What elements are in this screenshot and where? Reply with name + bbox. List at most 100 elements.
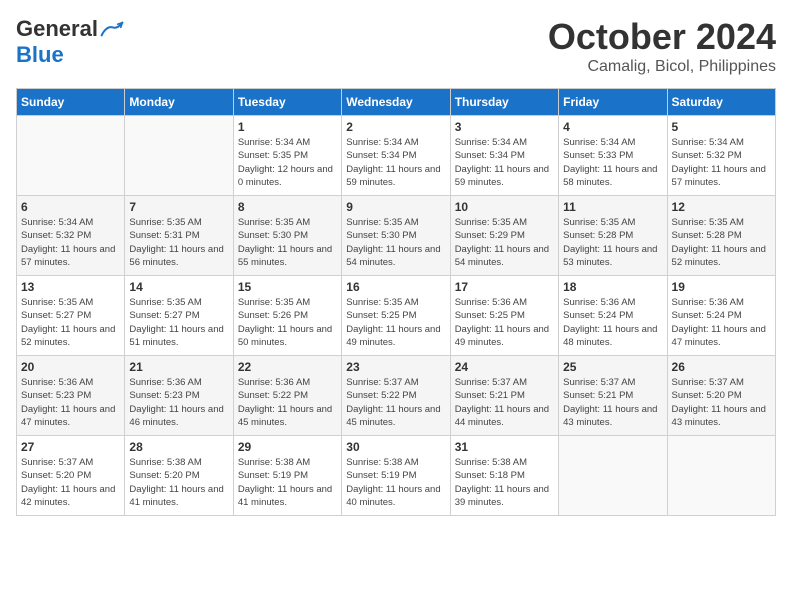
calendar-cell [125, 116, 233, 196]
calendar-cell: 6 Sunrise: 5:34 AMSunset: 5:32 PMDaylight… [17, 196, 125, 276]
calendar-header-sunday: Sunday [17, 89, 125, 116]
calendar-cell [17, 116, 125, 196]
calendar-cell: 19 Sunrise: 5:36 AMSunset: 5:24 PMDayligh… [667, 276, 775, 356]
day-info: Sunrise: 5:36 AMSunset: 5:23 PMDaylight:… [129, 376, 228, 429]
day-info: Sunrise: 5:36 AMSunset: 5:24 PMDaylight:… [672, 296, 771, 349]
day-number: 25 [563, 360, 662, 374]
logo: General Blue [16, 16, 124, 68]
day-info: Sunrise: 5:34 AMSunset: 5:33 PMDaylight:… [563, 136, 662, 189]
calendar-cell: 9Sunrise: 5:35 AMSunset: 5:30 PMDaylight… [342, 196, 450, 276]
day-info: Sunrise: 5:38 AMSunset: 5:18 PMDaylight:… [455, 456, 554, 509]
day-number: 30 [346, 440, 445, 454]
day-info: Sunrise: 5:36 AMSunset: 5:24 PMDaylight:… [563, 296, 662, 349]
calendar-week-row: 20 Sunrise: 5:36 AMSunset: 5:23 PMDayligh… [17, 356, 776, 436]
logo-general-text: General [16, 16, 98, 42]
day-number: 20 [21, 360, 120, 374]
calendar-header-thursday: Thursday [450, 89, 558, 116]
day-info: Sunrise: 5:37 AMSunset: 5:20 PMDaylight:… [21, 456, 120, 509]
day-number: 1 [238, 120, 337, 134]
page-header: General Blue October 2024 Camalig, Bicol… [16, 16, 776, 76]
day-info: Sunrise: 5:35 AMSunset: 5:28 PMDaylight:… [672, 216, 771, 269]
calendar-header-tuesday: Tuesday [233, 89, 341, 116]
day-number: 29 [238, 440, 337, 454]
calendar-cell: 7 Sunrise: 5:35 AMSunset: 5:31 PMDaylight… [125, 196, 233, 276]
day-number: 6 [21, 200, 120, 214]
day-number: 11 [563, 200, 662, 214]
day-info: Sunrise: 5:37 AMSunset: 5:22 PMDaylight:… [346, 376, 445, 429]
day-info: Sunrise: 5:35 AMSunset: 5:25 PMDaylight:… [346, 296, 445, 349]
day-number: 19 [672, 280, 771, 294]
month-title: October 2024 [548, 16, 776, 58]
location-title: Camalig, Bicol, Philippines [548, 58, 776, 76]
calendar-cell: 31 Sunrise: 5:38 AMSunset: 5:18 PMDayligh… [450, 436, 558, 516]
calendar-week-row: 27Sunrise: 5:37 AMSunset: 5:20 PMDayligh… [17, 436, 776, 516]
day-number: 12 [672, 200, 771, 214]
day-info: Sunrise: 5:37 AMSunset: 5:21 PMDaylight:… [455, 376, 554, 429]
day-info: Sunrise: 5:35 AMSunset: 5:28 PMDaylight:… [563, 216, 662, 269]
calendar-cell: 24 Sunrise: 5:37 AMSunset: 5:21 PMDayligh… [450, 356, 558, 436]
calendar-cell: 10Sunrise: 5:35 AMSunset: 5:29 PMDayligh… [450, 196, 558, 276]
day-info: Sunrise: 5:36 AMSunset: 5:22 PMDaylight:… [238, 376, 337, 429]
calendar-cell [667, 436, 775, 516]
calendar-cell: 11 Sunrise: 5:35 AMSunset: 5:28 PMDayligh… [559, 196, 667, 276]
day-number: 21 [129, 360, 228, 374]
calendar-cell: 14 Sunrise: 5:35 AMSunset: 5:27 PMDayligh… [125, 276, 233, 356]
calendar-cell: 21 Sunrise: 5:36 AMSunset: 5:23 PMDayligh… [125, 356, 233, 436]
day-number: 17 [455, 280, 554, 294]
day-info: Sunrise: 5:34 AMSunset: 5:32 PMDaylight:… [21, 216, 120, 269]
day-number: 2 [346, 120, 445, 134]
day-info: Sunrise: 5:38 AMSunset: 5:19 PMDaylight:… [238, 456, 337, 509]
day-info: Sunrise: 5:34 AMSunset: 5:34 PMDaylight:… [346, 136, 445, 189]
day-number: 18 [563, 280, 662, 294]
calendar-cell: 22 Sunrise: 5:36 AMSunset: 5:22 PMDayligh… [233, 356, 341, 436]
day-number: 7 [129, 200, 228, 214]
day-info: Sunrise: 5:37 AMSunset: 5:21 PMDaylight:… [563, 376, 662, 429]
day-number: 28 [129, 440, 228, 454]
day-number: 15 [238, 280, 337, 294]
calendar-header-monday: Monday [125, 89, 233, 116]
day-number: 13 [21, 280, 120, 294]
day-number: 5 [672, 120, 771, 134]
calendar-cell: 2 Sunrise: 5:34 AMSunset: 5:34 PMDaylight… [342, 116, 450, 196]
calendar-cell: 15Sunrise: 5:35 AMSunset: 5:26 PMDayligh… [233, 276, 341, 356]
calendar-cell: 18 Sunrise: 5:36 AMSunset: 5:24 PMDayligh… [559, 276, 667, 356]
day-info: Sunrise: 5:35 AMSunset: 5:30 PMDaylight:… [346, 216, 445, 269]
calendar-cell: 27Sunrise: 5:37 AMSunset: 5:20 PMDayligh… [17, 436, 125, 516]
calendar-cell: 8Sunrise: 5:35 AMSunset: 5:30 PMDaylight… [233, 196, 341, 276]
day-info: Sunrise: 5:34 AMSunset: 5:35 PMDaylight:… [238, 136, 337, 189]
calendar-cell: 20Sunrise: 5:36 AMSunset: 5:23 PMDayligh… [17, 356, 125, 436]
day-info: Sunrise: 5:38 AMSunset: 5:20 PMDaylight:… [129, 456, 228, 509]
calendar-cell [559, 436, 667, 516]
calendar-cell: 26 Sunrise: 5:37 AMSunset: 5:20 PMDayligh… [667, 356, 775, 436]
calendar-cell: 28 Sunrise: 5:38 AMSunset: 5:20 PMDayligh… [125, 436, 233, 516]
calendar-cell: 5 Sunrise: 5:34 AMSunset: 5:32 PMDaylight… [667, 116, 775, 196]
calendar-header-friday: Friday [559, 89, 667, 116]
logo-blue-text: Blue [16, 42, 64, 68]
calendar-cell: 12 Sunrise: 5:35 AMSunset: 5:28 PMDayligh… [667, 196, 775, 276]
calendar-header-wednesday: Wednesday [342, 89, 450, 116]
calendar-header-saturday: Saturday [667, 89, 775, 116]
day-info: Sunrise: 5:37 AMSunset: 5:20 PMDaylight:… [672, 376, 771, 429]
calendar-week-row: 13 Sunrise: 5:35 AMSunset: 5:27 PMDayligh… [17, 276, 776, 356]
calendar-cell: 13Sunrise: 5:35 AMSunset: 5:27 PMDayligh… [17, 276, 125, 356]
day-info: Sunrise: 5:36 AMSunset: 5:25 PMDaylight:… [455, 296, 554, 349]
calendar-week-row: 6 Sunrise: 5:34 AMSunset: 5:32 PMDaylight… [17, 196, 776, 276]
calendar-table: SundayMondayTuesdayWednesdayThursdayFrid… [16, 88, 776, 516]
day-info: Sunrise: 5:35 AMSunset: 5:31 PMDaylight:… [129, 216, 228, 269]
calendar-header-row: SundayMondayTuesdayWednesdayThursdayFrid… [17, 89, 776, 116]
day-info: Sunrise: 5:34 AMSunset: 5:34 PMDaylight:… [455, 136, 554, 189]
title-section: October 2024 Camalig, Bicol, Philippines [548, 16, 776, 76]
day-number: 22 [238, 360, 337, 374]
calendar-cell: 16Sunrise: 5:35 AMSunset: 5:25 PMDayligh… [342, 276, 450, 356]
day-info: Sunrise: 5:35 AMSunset: 5:27 PMDaylight:… [129, 296, 228, 349]
day-info: Sunrise: 5:35 AMSunset: 5:30 PMDaylight:… [238, 216, 337, 269]
calendar-cell: 30Sunrise: 5:38 AMSunset: 5:19 PMDayligh… [342, 436, 450, 516]
day-number: 31 [455, 440, 554, 454]
day-number: 24 [455, 360, 554, 374]
calendar-cell: 1 Sunrise: 5:34 AMSunset: 5:35 PMDaylight… [233, 116, 341, 196]
day-info: Sunrise: 5:34 AMSunset: 5:32 PMDaylight:… [672, 136, 771, 189]
calendar-cell: 17 Sunrise: 5:36 AMSunset: 5:25 PMDayligh… [450, 276, 558, 356]
calendar-cell: 25 Sunrise: 5:37 AMSunset: 5:21 PMDayligh… [559, 356, 667, 436]
day-number: 26 [672, 360, 771, 374]
day-number: 14 [129, 280, 228, 294]
